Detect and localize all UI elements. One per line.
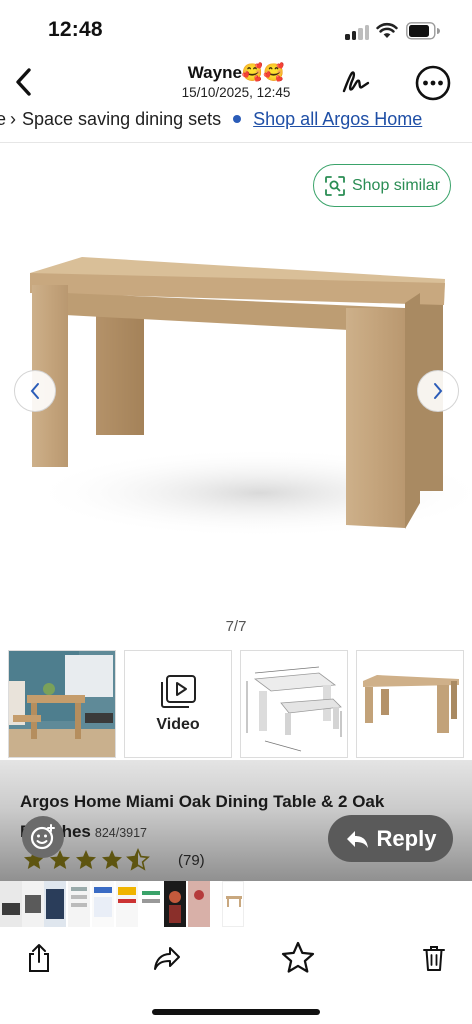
forward-button[interactable] <box>145 936 189 980</box>
review-count[interactable]: (79) <box>178 852 205 869</box>
battery-icon <box>406 22 440 40</box>
attachment-thumbnail[interactable] <box>22 881 44 927</box>
room-scene-image <box>9 651 115 757</box>
chevron-left-icon <box>30 383 39 399</box>
wifi-icon <box>376 22 398 38</box>
attachment-thumbnail[interactable] <box>164 881 186 927</box>
chevron-left-icon <box>16 68 31 96</box>
reply-arrow-icon <box>346 830 368 848</box>
conversation-title[interactable]: Wayne🥰🥰 15/10/2025, 12:45 <box>120 62 352 101</box>
attachment-strip[interactable] <box>0 881 472 929</box>
forward-arrow-icon <box>154 947 180 970</box>
share-button[interactable] <box>17 936 61 980</box>
message-header: Wayne🥰🥰 15/10/2025, 12:45 <box>0 56 472 108</box>
half-star-icon <box>126 848 150 871</box>
shop-similar-label: Shop similar <box>351 176 441 194</box>
cellular-signal-icon <box>345 24 371 40</box>
delete-button[interactable] <box>412 936 456 980</box>
visual-search-icon <box>325 175 345 196</box>
video-play-icon <box>161 675 196 708</box>
breadcrumb: e › Space saving dining sets Shop all Argos… <box>0 107 472 131</box>
reply-label: Reply <box>376 825 437 851</box>
table-thumbnail-image <box>363 675 459 733</box>
next-image-button[interactable] <box>417 370 459 412</box>
shop-all-argos-home-link[interactable]: Shop all Argos Home <box>253 109 422 129</box>
thumbnail-dimensions[interactable] <box>240 650 348 758</box>
star-button[interactable] <box>276 936 320 980</box>
back-button[interactable] <box>6 62 40 102</box>
previous-image-button[interactable] <box>14 370 56 412</box>
shop-similar-button[interactable]: Shop similar <box>313 164 451 207</box>
product-title-line1: Argos Home Miami Oak Dining Table & 2 Oa… <box>20 792 385 811</box>
reply-button[interactable]: Reply <box>328 815 453 862</box>
attachment-thumbnail[interactable] <box>0 881 22 927</box>
dimensions-diagram-image <box>246 666 342 752</box>
product-code: 824/3917 <box>94 826 148 840</box>
video-label: Video <box>156 716 200 733</box>
thumbnail-room-scene[interactable] <box>8 650 116 758</box>
attachment-thumbnail[interactable] <box>44 881 66 927</box>
star-icon <box>76 850 96 869</box>
attachment-thumbnail-current[interactable] <box>222 881 244 927</box>
star-icon <box>102 850 122 869</box>
screen: 12:48 Wayne🥰🥰 15/10/2025, 12:45 e › Spac… <box>0 0 472 1024</box>
bottom-toolbar <box>0 930 472 990</box>
signature-pen-icon <box>342 71 370 93</box>
breadcrumb-separator-icon: › <box>10 109 17 129</box>
product-image-table <box>30 257 472 538</box>
thumbnail-product[interactable] <box>356 650 464 758</box>
attachment-thumbnail[interactable] <box>140 881 162 927</box>
product-image-gallery[interactable] <box>0 143 472 643</box>
image-counter: 7/7 <box>225 618 247 635</box>
markup-button[interactable] <box>338 64 374 100</box>
thumbnail-video[interactable]: Video <box>124 650 232 758</box>
breadcrumb-fragment[interactable]: e <box>0 109 6 129</box>
emoji-add-icon <box>30 824 55 850</box>
home-indicator[interactable] <box>152 1009 320 1015</box>
attachment-thumbnail[interactable] <box>92 881 114 927</box>
status-time: 12:48 <box>48 18 103 41</box>
more-options-button[interactable] <box>414 64 452 102</box>
breadcrumb-current[interactable]: Space saving dining sets <box>22 109 221 129</box>
trash-icon <box>423 946 445 971</box>
add-reaction-button[interactable] <box>22 816 64 858</box>
star-outline-icon <box>281 941 315 973</box>
share-icon <box>29 944 49 972</box>
message-timestamp: 15/10/2025, 12:45 <box>181 85 291 100</box>
sender-name: Wayne🥰🥰 <box>187 63 285 82</box>
attachment-thumbnail[interactable] <box>68 881 90 927</box>
attachment-thumbnail[interactable] <box>188 881 210 927</box>
chevron-right-icon <box>434 383 443 399</box>
breadcrumb-dot-icon <box>233 115 242 124</box>
attachment-thumbnail[interactable] <box>116 881 138 927</box>
status-bar: 12:48 <box>0 0 472 56</box>
